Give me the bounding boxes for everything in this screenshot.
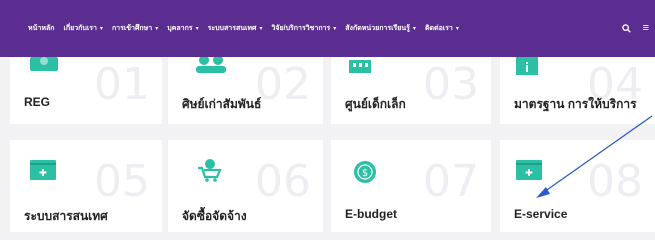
nav-tools: ≡ (610, 0, 649, 57)
tile-label: E-service (514, 207, 568, 221)
nav-item-research[interactable]: วิจัย/บริการวิชาการ ▾ (272, 23, 337, 34)
tile-number: 01 (94, 59, 150, 110)
card-add-icon (30, 160, 56, 185)
tile-number: 07 (423, 156, 479, 207)
tile-number: 06 (255, 156, 311, 207)
service-tile-procurement[interactable]: 06 จัดซื้อจัดจ้าง (168, 140, 323, 232)
nav-item-personnel[interactable]: บุคลากร ▾ (167, 23, 198, 34)
nav-item-information-system[interactable]: ระบบสารสนเทศ ▾ (208, 23, 263, 34)
tile-label: E-budget (345, 207, 397, 221)
tile-label: จัดซื้อจัดจ้าง (182, 209, 247, 223)
nav-item-learning-units[interactable]: สังกัดหน่วยการเรียนรู้ ▾ (345, 23, 416, 34)
tile-label: ศูนย์เด็กเล็ก (345, 97, 406, 111)
chevron-down-icon: ▾ (412, 26, 416, 32)
chevron-down-icon: ▾ (99, 26, 103, 32)
tile-number: 08 (587, 156, 643, 207)
service-tile-reg[interactable]: 01 REG (10, 57, 162, 124)
service-tile-information-system[interactable]: 05 ระบบสารสนเทศ (10, 140, 162, 232)
svg-text:$: $ (362, 168, 368, 179)
users-support-icon (30, 57, 58, 78)
service-tile-e-budget[interactable]: 07 $ E-budget (331, 140, 491, 232)
tile-label: มาตรฐาน การให้บริการ (514, 97, 637, 111)
tile-label: REG (24, 95, 51, 109)
card-add-icon (516, 160, 542, 185)
tile-label: ระบบสารสนเทศ (24, 209, 108, 223)
service-tile-alumni[interactable]: 02 ศิษย์เก่าสัมพันธ์ (168, 57, 323, 124)
tile-number: 03 (423, 59, 479, 110)
service-tile-service-standard[interactable]: 04 มาตรฐาน การให้บริการ (500, 57, 655, 124)
chevron-down-icon: ▾ (333, 26, 337, 32)
service-tile-e-service[interactable]: 08 E-service (500, 140, 655, 232)
tile-number: 05 (94, 156, 150, 207)
standard-info-icon (516, 57, 538, 80)
nav-item-contact[interactable]: ติดต่อเรา ▾ (425, 23, 459, 34)
service-tile-childcare[interactable]: 03 ศูนย์เด็กเล็ก (331, 57, 491, 124)
menu-icon[interactable]: ≡ (643, 23, 649, 34)
chevron-down-icon: ▾ (195, 26, 199, 32)
top-navbar: หน้าหลัก เกี่ยวกับเรา ▾ การเข้าศึกษา ▾ บุค… (0, 0, 655, 57)
alumni-people-icon (196, 57, 226, 78)
coin-icon: $ (353, 160, 377, 189)
tile-number: 02 (255, 59, 311, 110)
search-icon[interactable] (621, 24, 631, 33)
chevron-down-icon: ▾ (155, 26, 159, 32)
nav-item-home[interactable]: หน้าหลัก (28, 23, 54, 34)
chevron-down-icon: ▾ (259, 26, 263, 32)
nav-item-about[interactable]: เกี่ยวกับเรา ▾ (63, 23, 102, 34)
nav-item-admission[interactable]: การเข้าศึกษา ▾ (112, 23, 158, 34)
shopping-cart-icon (196, 158, 222, 187)
chevron-down-icon: ▾ (455, 26, 459, 32)
tile-label: ศิษย์เก่าสัมพันธ์ (182, 97, 262, 111)
building-icon (349, 57, 371, 78)
